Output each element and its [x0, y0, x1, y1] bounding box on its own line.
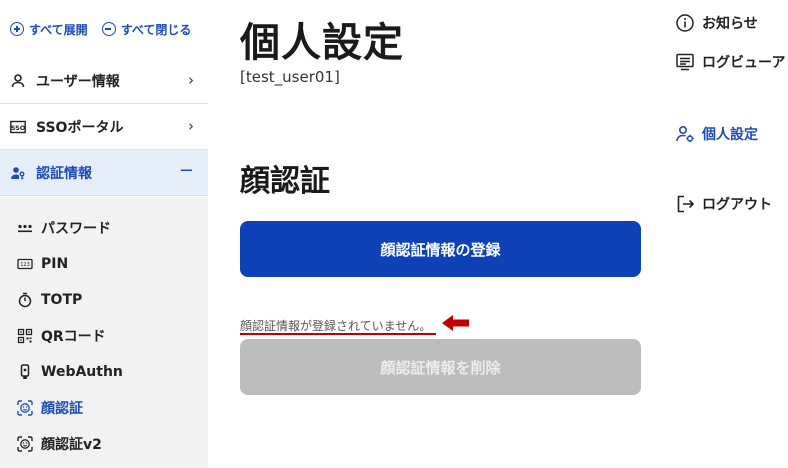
app-root: すべて展開 すべて閉じる ユーザー情報 › SSO SSOポータル › 認証情報…: [0, 0, 788, 468]
chevron-right-icon: ›: [188, 117, 194, 135]
log-viewer-label: ログビューア: [702, 55, 786, 71]
notifications-link[interactable]: お知らせ: [675, 13, 758, 33]
logout-icon: [675, 194, 695, 214]
sidebar-item-label: WebAuthn: [41, 364, 123, 380]
chevron-right-icon: ›: [188, 71, 194, 89]
collapse-minus-icon: −: [178, 160, 194, 181]
expand-collapse-bar: すべて展開 すべて閉じる: [0, 0, 208, 58]
page-title: 個人設定: [240, 20, 404, 66]
personal-settings-link[interactable]: 個人設定: [675, 124, 758, 144]
sidebar-item-label: SSOポータル: [36, 119, 124, 136]
annotation-arrow-icon: [442, 315, 469, 331]
sidebar-item-label: PIN: [41, 256, 69, 272]
sidebar-item-password[interactable]: パスワード: [0, 210, 208, 246]
notifications-label: お知らせ: [702, 16, 758, 32]
sidebar-item-totp[interactable]: TOTP: [0, 282, 208, 318]
password-dots-icon: [17, 220, 33, 236]
expand-all-button[interactable]: すべて展開: [10, 21, 88, 38]
status-message: 顔認証情報が登録されていません。: [240, 319, 432, 333]
security-key-icon: [17, 364, 33, 380]
user-id-text: [test_user01]: [240, 68, 340, 86]
sidebar-item-pin[interactable]: 123 PIN: [0, 246, 208, 282]
annotation-underline: [240, 333, 436, 335]
sidebar-item-label: 顔認証: [41, 401, 83, 417]
register-face-auth-button[interactable]: 顔認証情報の登録: [240, 221, 641, 277]
face-scan-icon: [17, 400, 33, 416]
logout-label: ログアウト: [702, 197, 772, 213]
plus-circle-icon: [10, 22, 24, 36]
sidebar-item-qr-code[interactable]: QRコード: [0, 318, 208, 354]
collapse-all-button[interactable]: すべて閉じる: [101, 21, 192, 38]
sidebar-item-label: TOTP: [41, 292, 83, 308]
pin-pad-icon: 123: [17, 256, 33, 272]
sidebar: すべて展開 すべて閉じる ユーザー情報 › SSO SSOポータル › 認証情報…: [0, 0, 208, 468]
sidebar-item-user-info[interactable]: ユーザー情報 ›: [0, 58, 208, 104]
svg-text:SSO: SSO: [11, 123, 26, 131]
stopwatch-icon: [17, 292, 33, 308]
user-settings-icon: [675, 124, 695, 144]
sidebar-item-sso-portal[interactable]: SSO SSOポータル ›: [0, 104, 208, 150]
qr-code-icon: [17, 328, 33, 344]
sidebar-item-auth-info[interactable]: 認証情報 −: [0, 150, 208, 196]
minus-circle-icon: [101, 22, 116, 36]
collapse-all-label: すべて閉じる: [120, 22, 192, 37]
auth-submenu: パスワード 123 PIN TOTP QRコード WebAuthn 顔認証 顔認…: [0, 197, 208, 468]
user-icon: [10, 73, 26, 89]
sidebar-item-face-auth-v2[interactable]: 顔認証v2: [0, 426, 208, 462]
sidebar-item-label: QRコード: [41, 329, 106, 345]
logout-link[interactable]: ログアウト: [675, 194, 772, 214]
delete-face-auth-button[interactable]: 顔認証情報を削除: [240, 339, 641, 395]
sidebar-item-label: ユーザー情報: [36, 73, 120, 90]
user-key-icon: [10, 165, 26, 181]
sidebar-item-webauthn[interactable]: WebAuthn: [0, 354, 208, 390]
personal-settings-label: 個人設定: [702, 127, 758, 143]
sso-icon: SSO: [10, 119, 26, 135]
section-title: 顔認証: [240, 164, 330, 199]
info-icon: [675, 13, 695, 33]
sidebar-item-label: パスワード: [41, 221, 111, 237]
log-viewer-link[interactable]: ログビューア: [675, 52, 785, 72]
face-scan-v2-icon: [17, 436, 33, 452]
log-viewer-icon: [675, 52, 695, 72]
sidebar-item-face-auth[interactable]: 顔認証: [0, 390, 208, 426]
svg-text:123: 123: [20, 262, 30, 268]
expand-all-label: すべて展開: [29, 22, 88, 37]
sidebar-item-label: 認証情報: [36, 165, 92, 182]
sidebar-item-label: 顔認証v2: [41, 437, 102, 453]
